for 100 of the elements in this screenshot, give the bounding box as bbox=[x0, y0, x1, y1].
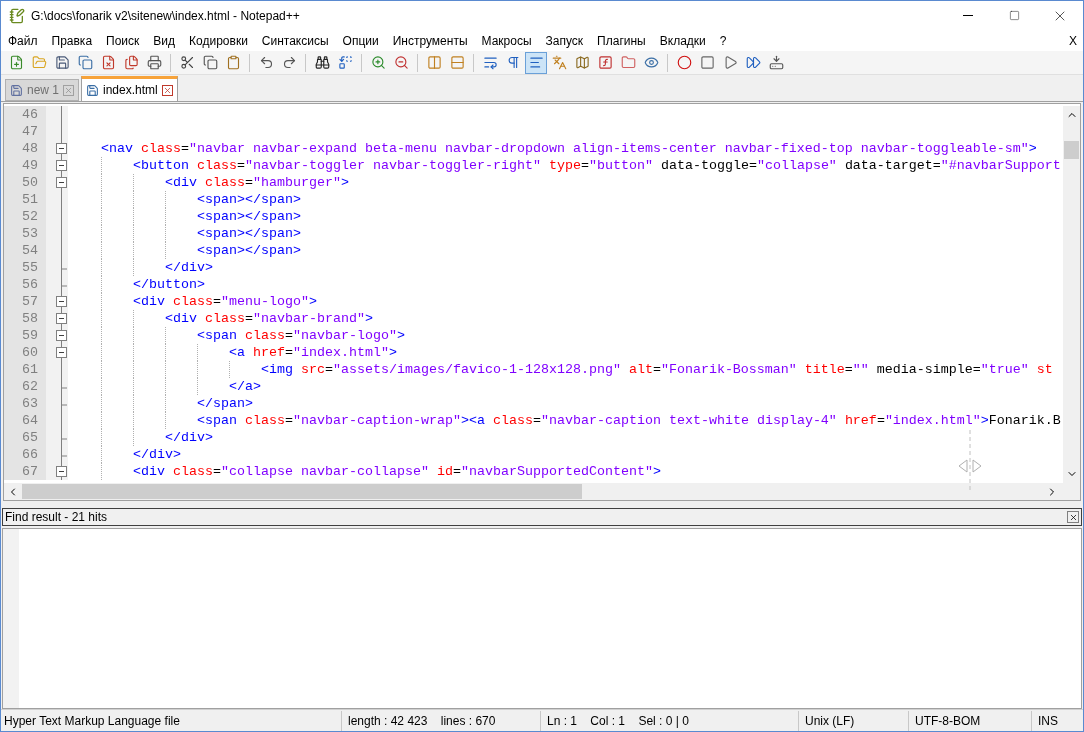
line-number: 51 bbox=[4, 191, 46, 208]
code-line: <img src="assets/images/favico-1-128x128.png" alt="Fonarik-Bossman" title="" media-simple="true" st bbox=[259, 362, 1053, 377]
code-line: <a href="index.html"> bbox=[227, 345, 397, 360]
code-line: <span class="navbar-logo"> bbox=[195, 328, 405, 343]
new-file-icon bbox=[8, 55, 24, 70]
line-number: 65 bbox=[4, 429, 46, 446]
folder-icon bbox=[620, 55, 636, 70]
copy-icon bbox=[202, 55, 218, 70]
code-line: </a> bbox=[227, 379, 261, 394]
line-number: 61 bbox=[4, 361, 46, 378]
fast-forward-icon bbox=[745, 55, 761, 70]
line-number: 59 bbox=[4, 327, 46, 344]
code-line: <div class="menu-logo"> bbox=[132, 294, 317, 309]
line-number: 56 bbox=[4, 276, 46, 293]
horizontal-scrollbar[interactable] bbox=[4, 483, 1080, 500]
indent-guide-button[interactable] bbox=[525, 51, 547, 74]
menu-item[interactable]: Инструменты bbox=[385, 30, 475, 51]
stop-icon bbox=[699, 55, 715, 70]
cut-icon bbox=[179, 55, 195, 70]
maximize-icon bbox=[1008, 10, 1020, 21]
line-number: 60 bbox=[4, 344, 46, 361]
fold-marker-icon[interactable] bbox=[56, 143, 67, 154]
zoom-in-icon bbox=[370, 55, 386, 70]
paste-icon bbox=[225, 55, 241, 70]
scroll-thumb[interactable] bbox=[22, 484, 582, 499]
save-macro-icon bbox=[768, 55, 784, 70]
line-number: 62 bbox=[4, 378, 46, 395]
save-all-icon bbox=[77, 55, 93, 70]
indent-guide-icon bbox=[528, 55, 544, 70]
close-icon[interactable] bbox=[161, 84, 173, 96]
line-number: 50 bbox=[4, 174, 46, 191]
line-number: 63 bbox=[4, 395, 46, 412]
undo-icon bbox=[258, 55, 274, 70]
line-number: 47 bbox=[4, 123, 46, 140]
fold-marker-icon[interactable] bbox=[56, 296, 67, 307]
menu-item[interactable]: Кодировки bbox=[182, 30, 255, 51]
status-field: UTF-8-BOM bbox=[908, 710, 1031, 731]
menu-item[interactable]: Правка bbox=[44, 30, 100, 51]
code-line: </button> bbox=[132, 277, 205, 292]
panel-title: Find result - 21 hits bbox=[4, 509, 108, 526]
line-number: 49 bbox=[4, 157, 46, 174]
zoom-out-icon bbox=[393, 55, 409, 70]
find-icon bbox=[314, 55, 330, 70]
fold-marker-icon[interactable] bbox=[56, 330, 67, 341]
close-file-icon bbox=[100, 55, 116, 70]
line-number: 55 bbox=[4, 259, 46, 276]
menu-item[interactable]: Опции bbox=[335, 30, 386, 51]
fold-marker-icon[interactable] bbox=[56, 160, 67, 171]
line-number: 54 bbox=[4, 242, 46, 259]
minimize-icon bbox=[963, 15, 973, 16]
eye-icon bbox=[643, 55, 659, 70]
status-field: INS bbox=[1031, 710, 1083, 731]
menu-item[interactable]: Файл bbox=[1, 30, 45, 51]
status-field: Hyper Text Markup Language file bbox=[1, 710, 341, 731]
fold-marker-icon[interactable] bbox=[56, 466, 67, 477]
code-line: <button class="navbar-toggler navbar-toggler-right" type="button" data-toggle="collapse" data-target="#navbarSupport bbox=[132, 158, 1061, 173]
menu-item[interactable]: Макросы bbox=[474, 30, 539, 51]
file-tab[interactable]: index.html bbox=[81, 76, 178, 101]
language-icon bbox=[551, 55, 567, 70]
code-line: </div> bbox=[163, 260, 213, 275]
map-icon bbox=[574, 55, 590, 70]
panel-close-button[interactable] bbox=[1067, 511, 1079, 523]
replace-icon bbox=[337, 55, 353, 70]
menu-item[interactable]: Запуск bbox=[538, 30, 591, 51]
close-icon bbox=[1068, 512, 1078, 522]
close-all-icon bbox=[123, 55, 139, 70]
status-field: length : 42 423 lines : 670 bbox=[341, 710, 540, 731]
menu-item[interactable]: Вид bbox=[146, 30, 183, 51]
menu-item[interactable]: Вкладки bbox=[652, 30, 713, 51]
status-field: Unix (LF) bbox=[798, 710, 908, 731]
code-line: <span class="navbar-caption-wrap"><a class="navbar-caption text-white display-4" href="index.html">Fonarik.B bbox=[195, 413, 1061, 428]
save-icon bbox=[54, 55, 70, 70]
record-icon bbox=[676, 55, 692, 70]
code-line: <nav class="navbar navbar-expand beta-menu navbar-dropdown align-items-center navbar-fixed-top navbar-toggleable-sm"> bbox=[100, 141, 1037, 156]
print-icon bbox=[146, 55, 162, 70]
play-icon bbox=[722, 55, 738, 70]
code-line: <span></span> bbox=[195, 192, 301, 207]
function-icon bbox=[597, 55, 613, 70]
line-number: 52 bbox=[4, 208, 46, 225]
vertical-scrollbar[interactable] bbox=[1063, 106, 1080, 483]
fold-marker-icon[interactable] bbox=[56, 313, 67, 324]
line-number: 46 bbox=[4, 106, 46, 123]
line-number: 67 bbox=[4, 463, 46, 480]
code-line: <span></span> bbox=[195, 243, 301, 258]
menu-item[interactable]: ? bbox=[712, 30, 734, 51]
fold-marker-icon[interactable] bbox=[56, 177, 67, 188]
close-document-button[interactable]: X bbox=[1069, 31, 1077, 50]
scroll-thumb[interactable] bbox=[1064, 141, 1079, 159]
menu-item[interactable]: Поиск bbox=[99, 30, 147, 51]
menu-item[interactable]: Плагины bbox=[590, 30, 653, 51]
line-number: 53 bbox=[4, 225, 46, 242]
code-line: <span></span> bbox=[195, 209, 301, 224]
file-tab[interactable]: new 1 bbox=[5, 79, 80, 101]
fold-marker-icon[interactable] bbox=[56, 347, 67, 358]
code-line: </span> bbox=[195, 396, 253, 411]
open-folder-icon bbox=[31, 55, 47, 70]
menu-item[interactable]: Синтаксисы bbox=[254, 30, 336, 51]
sync-vertical-icon bbox=[426, 55, 442, 70]
window-title: G:\docs\fonarik v2\sitenew\index.html - Notepad++ bbox=[31, 7, 300, 25]
status-field: Ln : 1 Col : 1 Sel : 0 | 0 bbox=[540, 710, 798, 731]
